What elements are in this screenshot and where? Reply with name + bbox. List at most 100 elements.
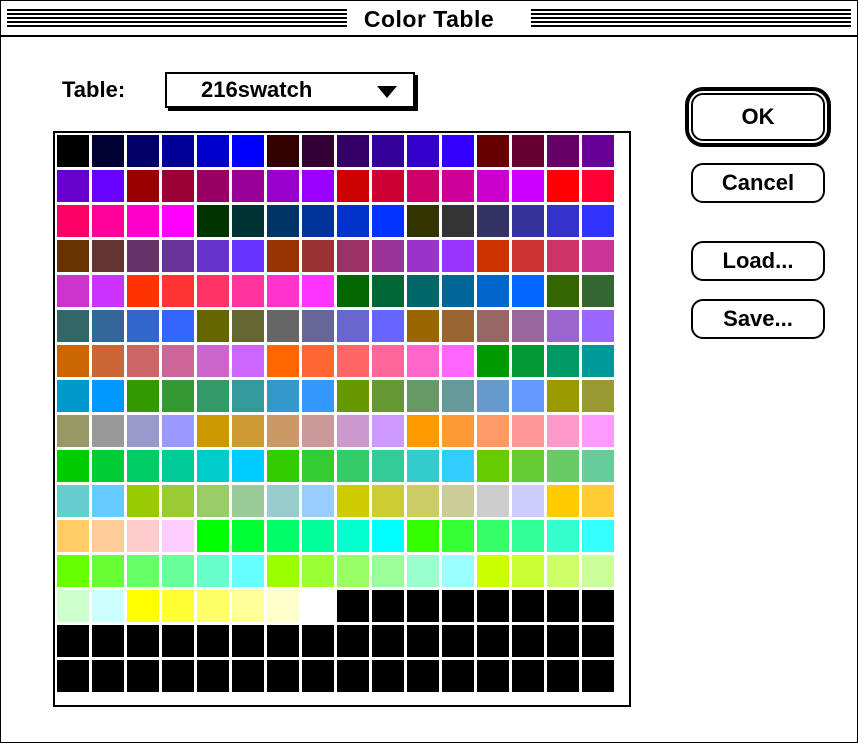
color-swatch[interactable] — [372, 450, 404, 482]
color-swatch[interactable] — [372, 520, 404, 552]
color-swatch[interactable] — [477, 310, 509, 342]
cancel-button[interactable]: Cancel — [691, 163, 825, 203]
color-swatch[interactable] — [442, 555, 474, 587]
color-swatch[interactable] — [407, 485, 439, 517]
color-swatch[interactable] — [302, 310, 334, 342]
color-swatch[interactable] — [267, 345, 299, 377]
color-swatch[interactable] — [512, 380, 544, 412]
color-swatch[interactable] — [267, 170, 299, 202]
color-swatch[interactable] — [57, 345, 89, 377]
color-swatch[interactable] — [512, 660, 544, 692]
color-swatch[interactable] — [372, 170, 404, 202]
color-swatch[interactable] — [92, 275, 124, 307]
color-swatch[interactable] — [197, 275, 229, 307]
color-swatch[interactable] — [302, 275, 334, 307]
color-swatch[interactable] — [512, 555, 544, 587]
color-swatch[interactable] — [127, 625, 159, 657]
color-swatch[interactable] — [337, 555, 369, 587]
color-swatch[interactable] — [302, 485, 334, 517]
color-swatch[interactable] — [512, 625, 544, 657]
color-swatch[interactable] — [582, 660, 614, 692]
color-swatch[interactable] — [127, 485, 159, 517]
color-swatch[interactable] — [57, 415, 89, 447]
color-swatch[interactable] — [232, 240, 264, 272]
color-swatch[interactable] — [337, 450, 369, 482]
color-swatch[interactable] — [442, 135, 474, 167]
color-swatch[interactable] — [162, 275, 194, 307]
color-swatch[interactable] — [162, 590, 194, 622]
color-swatch[interactable] — [512, 135, 544, 167]
color-swatch[interactable] — [57, 135, 89, 167]
color-swatch[interactable] — [337, 170, 369, 202]
color-swatch[interactable] — [477, 345, 509, 377]
color-swatch[interactable] — [372, 345, 404, 377]
color-swatch[interactable] — [337, 345, 369, 377]
color-swatch[interactable] — [302, 240, 334, 272]
color-swatch[interactable] — [407, 450, 439, 482]
color-swatch[interactable] — [512, 520, 544, 552]
color-swatch[interactable] — [302, 625, 334, 657]
color-swatch[interactable] — [582, 135, 614, 167]
color-swatch[interactable] — [477, 555, 509, 587]
color-swatch[interactable] — [92, 485, 124, 517]
color-swatch[interactable] — [372, 555, 404, 587]
color-swatch[interactable] — [127, 590, 159, 622]
color-swatch[interactable] — [267, 135, 299, 167]
color-swatch[interactable] — [442, 520, 474, 552]
color-swatch[interactable] — [267, 310, 299, 342]
color-swatch[interactable] — [232, 485, 264, 517]
color-swatch[interactable] — [127, 380, 159, 412]
color-swatch[interactable] — [267, 625, 299, 657]
color-swatch[interactable] — [582, 240, 614, 272]
color-swatch[interactable] — [477, 520, 509, 552]
color-swatch[interactable] — [477, 240, 509, 272]
color-swatch[interactable] — [407, 310, 439, 342]
color-swatch[interactable] — [547, 345, 579, 377]
color-swatch[interactable] — [547, 275, 579, 307]
color-swatch[interactable] — [477, 135, 509, 167]
color-swatch[interactable] — [407, 625, 439, 657]
color-swatch[interactable] — [337, 240, 369, 272]
color-swatch[interactable] — [197, 415, 229, 447]
color-swatch[interactable] — [92, 205, 124, 237]
color-swatch[interactable] — [477, 625, 509, 657]
color-swatch[interactable] — [162, 345, 194, 377]
color-swatch[interactable] — [302, 520, 334, 552]
color-swatch[interactable] — [127, 345, 159, 377]
color-swatch[interactable] — [302, 450, 334, 482]
color-swatch[interactable] — [57, 170, 89, 202]
color-swatch[interactable] — [442, 170, 474, 202]
color-swatch[interactable] — [547, 415, 579, 447]
color-swatch[interactable] — [582, 310, 614, 342]
color-swatch[interactable] — [477, 485, 509, 517]
color-swatch[interactable] — [57, 380, 89, 412]
color-swatch[interactable] — [302, 415, 334, 447]
color-swatch[interactable] — [57, 520, 89, 552]
color-swatch[interactable] — [162, 135, 194, 167]
color-swatch[interactable] — [57, 240, 89, 272]
color-swatch[interactable] — [442, 660, 474, 692]
color-swatch[interactable] — [162, 170, 194, 202]
color-swatch[interactable] — [302, 170, 334, 202]
table-select[interactable]: 216swatch — [165, 72, 415, 108]
color-swatch[interactable] — [232, 415, 264, 447]
color-swatch[interactable] — [337, 520, 369, 552]
color-swatch[interactable] — [267, 555, 299, 587]
color-swatch[interactable] — [57, 660, 89, 692]
color-swatch[interactable] — [57, 625, 89, 657]
color-swatch[interactable] — [197, 520, 229, 552]
color-swatch[interactable] — [547, 590, 579, 622]
color-swatch[interactable] — [407, 135, 439, 167]
color-swatch[interactable] — [512, 415, 544, 447]
color-swatch[interactable] — [372, 135, 404, 167]
color-swatch[interactable] — [512, 485, 544, 517]
color-swatch[interactable] — [92, 590, 124, 622]
color-swatch[interactable] — [337, 135, 369, 167]
color-swatch[interactable] — [442, 345, 474, 377]
color-swatch[interactable] — [267, 415, 299, 447]
color-swatch[interactable] — [92, 170, 124, 202]
color-swatch[interactable] — [407, 520, 439, 552]
color-swatch[interactable] — [512, 170, 544, 202]
color-swatch[interactable] — [407, 555, 439, 587]
color-swatch[interactable] — [267, 380, 299, 412]
